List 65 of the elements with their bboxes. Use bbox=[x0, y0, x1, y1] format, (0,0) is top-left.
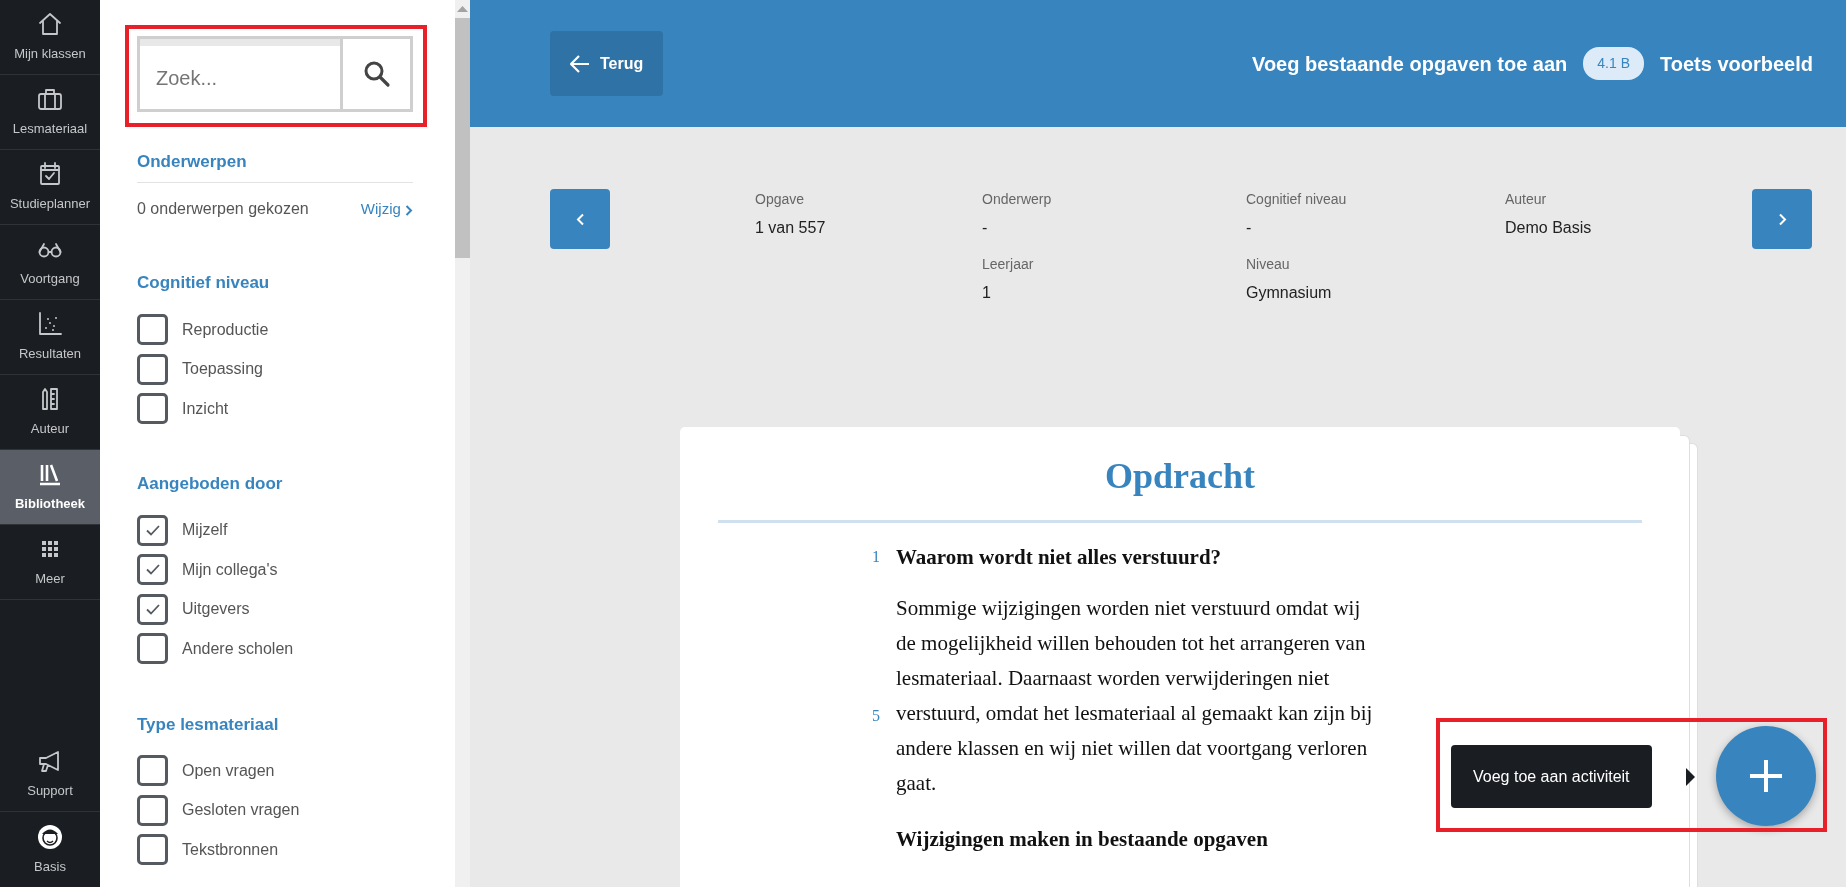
checkbox[interactable] bbox=[137, 633, 168, 665]
checkbox-label: Toepassing bbox=[182, 359, 263, 380]
avatar-icon bbox=[36, 822, 64, 851]
question-heading: Waarom wordt niet alles verstuurd? bbox=[896, 544, 1223, 572]
checkbox-label: Mijzelf bbox=[182, 520, 228, 541]
search-icon bbox=[362, 60, 391, 88]
field-value: 1 bbox=[982, 283, 992, 303]
field-value: Gymnasium bbox=[1246, 283, 1333, 303]
body-paragraph: Sommige wijzigingen worden niet verstuurd omdat wij de mogelijkheid willen behouden tot het arrangeren van lesmateriaal. Daarnaast worden verwijderingen niet verstuurd, omdat het lesmateriaal al gemaakt kan zijn bij andere klassen en wij niet willen dat voortgang verloren gaat. bbox=[896, 595, 1374, 798]
field-value: - bbox=[982, 218, 989, 238]
section-heading: Cognitief niveau bbox=[137, 273, 271, 294]
scrollbar-thumb[interactable] bbox=[455, 18, 470, 258]
checkbox-label: Andere scholen bbox=[182, 638, 294, 659]
field-label: Onderwerp bbox=[982, 190, 1053, 209]
checkbox[interactable] bbox=[137, 834, 168, 866]
plus-icon bbox=[1749, 759, 1783, 793]
checkbox[interactable] bbox=[137, 755, 168, 787]
field-label: Niveau bbox=[1246, 255, 1291, 274]
chevron-left-icon bbox=[575, 212, 585, 226]
line-number: 1 bbox=[871, 547, 880, 568]
assignment-title: Opdracht bbox=[1104, 455, 1256, 498]
check-icon bbox=[145, 564, 160, 576]
test-name: Toets voorbeeld bbox=[1660, 51, 1813, 77]
arrow-left-icon bbox=[570, 54, 590, 73]
topics-summary: 0 onderwerpen gekozen bbox=[137, 199, 309, 220]
change-link[interactable]: Wijzig bbox=[360, 198, 413, 221]
field-label: Opgave bbox=[755, 190, 806, 209]
checkbox[interactable] bbox=[137, 554, 168, 586]
field-value: 1 van 557 bbox=[755, 218, 827, 238]
check-icon bbox=[145, 603, 160, 615]
add-button[interactable] bbox=[1716, 726, 1816, 826]
field-label: Cognitief niveau bbox=[1246, 190, 1348, 209]
checkbox-label: Uitgevers bbox=[182, 599, 250, 620]
page-title: Voeg bestaande opgaven toe aan bbox=[1252, 51, 1568, 77]
checkbox[interactable] bbox=[137, 353, 168, 385]
line-number: 5 bbox=[871, 706, 880, 727]
question-heading: Wijzigingen maken in bestaande opgaven bbox=[896, 826, 1269, 854]
chevron-right-icon bbox=[405, 204, 413, 216]
section-heading: Type lesmateriaal bbox=[137, 714, 280, 736]
checkbox-label: Reproductie bbox=[182, 319, 269, 340]
field-label: Leerjaar bbox=[982, 255, 1035, 274]
field-label: Auteur bbox=[1505, 190, 1548, 209]
tooltip-arrow bbox=[1686, 768, 1695, 786]
search-field[interactable]: Zoek... bbox=[137, 36, 413, 112]
checkbox[interactable] bbox=[137, 593, 168, 625]
field-value: - bbox=[1246, 218, 1253, 238]
checkbox-label: Inzicht bbox=[182, 398, 229, 419]
class-badge: 4.1 B bbox=[1583, 47, 1644, 80]
section-heading: Aangeboden door bbox=[137, 474, 284, 495]
checkbox-label: Tekstbronnen bbox=[182, 839, 279, 860]
checkbox[interactable] bbox=[137, 514, 168, 546]
chevron-right-icon bbox=[1777, 212, 1787, 226]
checkbox[interactable] bbox=[137, 393, 168, 425]
nav-item[interactable]: Basis bbox=[0, 812, 100, 887]
checkbox-label: Open vragen bbox=[182, 760, 275, 781]
tooltip: Voeg toe aan activiteit bbox=[1451, 745, 1652, 808]
check-icon bbox=[145, 524, 160, 536]
nav-item[interactable]: Bibliotheek bbox=[0, 450, 100, 525]
field-value: Demo Basis bbox=[1505, 218, 1593, 238]
back-button[interactable]: Terug bbox=[550, 31, 664, 96]
checkbox[interactable] bbox=[137, 794, 168, 826]
section-heading: Onderwerpen bbox=[137, 152, 248, 173]
checkbox-label: Gesloten vragen bbox=[182, 800, 300, 821]
checkbox[interactable] bbox=[137, 314, 168, 346]
checkbox-label: Mijn collega's bbox=[182, 559, 278, 580]
